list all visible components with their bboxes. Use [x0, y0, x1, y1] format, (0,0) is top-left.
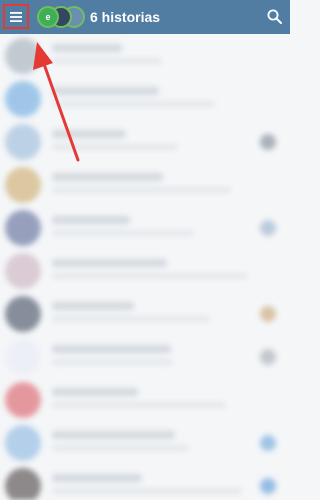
chat-avatar	[5, 296, 41, 332]
chat-avatar	[5, 339, 41, 375]
chat-preview-placeholder	[52, 230, 194, 236]
chat-badge	[260, 306, 276, 322]
chat-name-placeholder	[52, 87, 159, 95]
chat-avatar	[5, 167, 41, 203]
chat-preview-placeholder	[52, 58, 162, 64]
chat-list-item[interactable]	[0, 77, 290, 119]
chat-badge	[260, 349, 276, 365]
chat-preview-placeholder	[52, 144, 178, 150]
menu-icon	[10, 11, 22, 22]
chat-list-item[interactable]	[0, 120, 290, 162]
chat-name-placeholder	[52, 474, 142, 482]
top-app-bar: e 6 historias	[0, 0, 290, 34]
chat-list-item[interactable]	[0, 464, 290, 500]
chat-preview-placeholder	[52, 445, 189, 451]
chat-preview-placeholder	[52, 101, 215, 107]
chat-avatar	[5, 468, 41, 500]
chat-preview-placeholder	[52, 359, 173, 365]
chat-name-placeholder	[52, 345, 171, 353]
chat-badge	[260, 220, 276, 236]
chat-name-placeholder	[52, 259, 167, 267]
chat-name-placeholder	[52, 44, 122, 52]
chat-list-item[interactable]	[0, 421, 290, 463]
chat-list-item[interactable]	[0, 206, 290, 248]
chat-list-item[interactable]	[0, 163, 290, 205]
menu-button[interactable]	[3, 4, 29, 29]
chat-name-placeholder	[52, 173, 163, 181]
chat-preview-placeholder	[52, 273, 247, 279]
chat-name-placeholder	[52, 130, 126, 138]
chat-preview-placeholder	[52, 488, 242, 494]
chat-avatar	[5, 38, 41, 74]
chat-list-item[interactable]	[0, 335, 290, 377]
chat-badge	[260, 478, 276, 494]
story-avatar-letter: e	[45, 12, 51, 22]
chat-avatar	[5, 253, 41, 289]
chat-list[interactable]	[0, 34, 290, 500]
stories-avatars[interactable]: e	[37, 6, 85, 28]
chat-preview-placeholder	[52, 402, 226, 408]
chat-name-placeholder	[52, 302, 134, 310]
chat-badge	[260, 134, 276, 150]
search-icon[interactable]	[266, 8, 284, 26]
chat-avatar	[5, 81, 41, 117]
chat-preview-placeholder	[52, 187, 231, 193]
chat-name-placeholder	[52, 431, 175, 439]
chat-avatar	[5, 210, 41, 246]
chat-avatar	[5, 425, 41, 461]
chat-name-placeholder	[52, 216, 130, 224]
chat-badge	[260, 435, 276, 451]
chat-list-item[interactable]	[0, 292, 290, 334]
chat-name-placeholder	[52, 388, 138, 396]
chat-list-item[interactable]	[0, 249, 290, 291]
chat-avatar	[5, 382, 41, 418]
stories-title[interactable]: 6 historias	[90, 9, 160, 25]
chat-list-item[interactable]	[0, 34, 290, 76]
story-avatar: e	[37, 6, 59, 28]
chat-avatar	[5, 124, 41, 160]
chat-list-item[interactable]	[0, 378, 290, 420]
chat-preview-placeholder	[52, 316, 210, 322]
